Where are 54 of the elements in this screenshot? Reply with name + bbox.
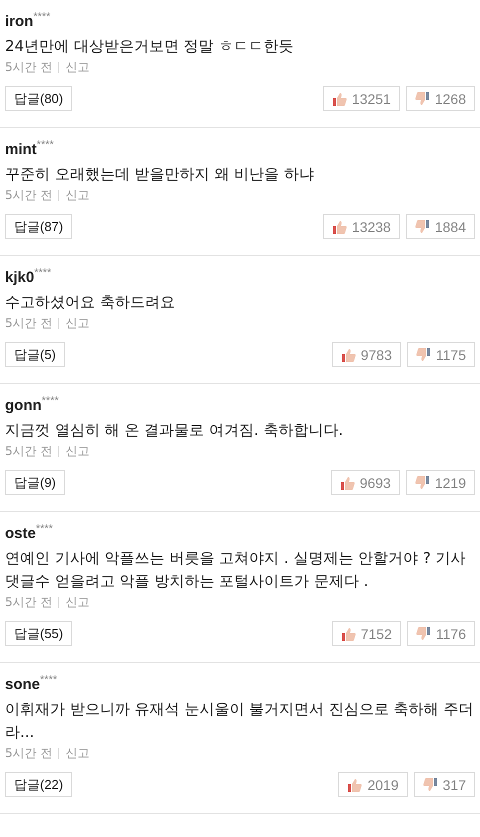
dislike-button[interactable]: 317: [414, 772, 475, 797]
dislike-button[interactable]: 1176: [406, 621, 475, 646]
reply-button[interactable]: 답글(5): [5, 342, 65, 367]
thumbs-down-icon: [414, 220, 430, 234]
report-link[interactable]: 신고: [65, 58, 90, 76]
thumbs-down-icon: [422, 778, 438, 792]
timestamp: 5시간 전: [5, 443, 52, 460]
thumbs-down-icon: [416, 348, 431, 362]
dislike-button[interactable]: 1219: [406, 470, 475, 495]
report-link[interactable]: 신고: [65, 744, 90, 762]
thumbs-up-icon: [347, 778, 362, 792]
username: gonn$^{****}$: [5, 394, 60, 416]
dislike-button[interactable]: 1884: [406, 214, 475, 239]
like-button[interactable]: 9693: [330, 470, 400, 495]
report-link[interactable]: 신고: [65, 593, 90, 611]
report-link[interactable]: 신고: [65, 442, 90, 460]
like-button[interactable]: 13238: [322, 214, 400, 239]
username: kjk0$^{****}$: [5, 266, 52, 288]
thumbs-up-icon: [340, 476, 355, 490]
report-link[interactable]: 신고: [65, 314, 90, 332]
comment-text: 이휘재가 받으니까 유재석 눈시울이 불거지면서 진심으로 축하해 주더라...: [5, 699, 474, 743]
username: iron$^{****}$: [5, 10, 52, 32]
thumbs-up-icon: [340, 626, 356, 640]
thumbs-up-icon: [332, 92, 347, 106]
report-link[interactable]: 신고: [65, 186, 90, 204]
thumbs-up-icon: [332, 220, 347, 234]
timestamp: 5시간 전: [5, 59, 52, 76]
like-button[interactable]: 7152: [332, 621, 401, 646]
username: sone$^{****}$: [5, 673, 58, 695]
reply-button[interactable]: 답글(87): [5, 214, 72, 239]
thumbs-down-icon: [414, 92, 430, 106]
timestamp: 5시간 전: [5, 187, 52, 204]
timestamp: 5시간 전: [5, 315, 52, 332]
thumbs-up-icon: [340, 348, 356, 362]
dislike-button[interactable]: 1175: [406, 342, 475, 367]
comment-text: 24년만에 대상받은거보면 정말 ㅎㄷㄷ한듯: [5, 36, 294, 57]
comment-text: 수고하셨어요 축하드려요: [5, 292, 176, 313]
like-button[interactable]: 2019: [338, 772, 408, 797]
timestamp: 5시간 전: [5, 745, 52, 762]
comment-text: 지금껏 열심히 해 온 결과물로 여겨짐. 축하합니다.: [5, 420, 344, 441]
reply-button[interactable]: 답글(22): [5, 772, 72, 797]
comment-text: 꾸준히 오래했는데 받을만하지 왜 비난을 하냐: [5, 164, 315, 185]
like-button[interactable]: 9783: [332, 342, 401, 367]
timestamp: 5시간 전: [5, 594, 52, 611]
like-button[interactable]: 13251: [322, 86, 400, 111]
username: oste$^{****}$: [5, 522, 54, 544]
reply-button[interactable]: 답글(80): [5, 86, 72, 111]
username: mint$^{****}$: [5, 138, 55, 160]
thumbs-down-icon: [416, 626, 431, 640]
reply-button[interactable]: 답글(55): [5, 621, 72, 646]
comment-text: 연예인 기사에 악플쓰는 버릇을 고쳐야지 . 실명제는 안할거야 ? 기사 댓글수 얻을려고 악플 방치하는 포털사이트가 문제다 .: [5, 548, 467, 592]
reply-button[interactable]: 답글(9): [5, 470, 65, 495]
dislike-button[interactable]: 1268: [406, 86, 475, 111]
thumbs-down-icon: [414, 476, 430, 490]
